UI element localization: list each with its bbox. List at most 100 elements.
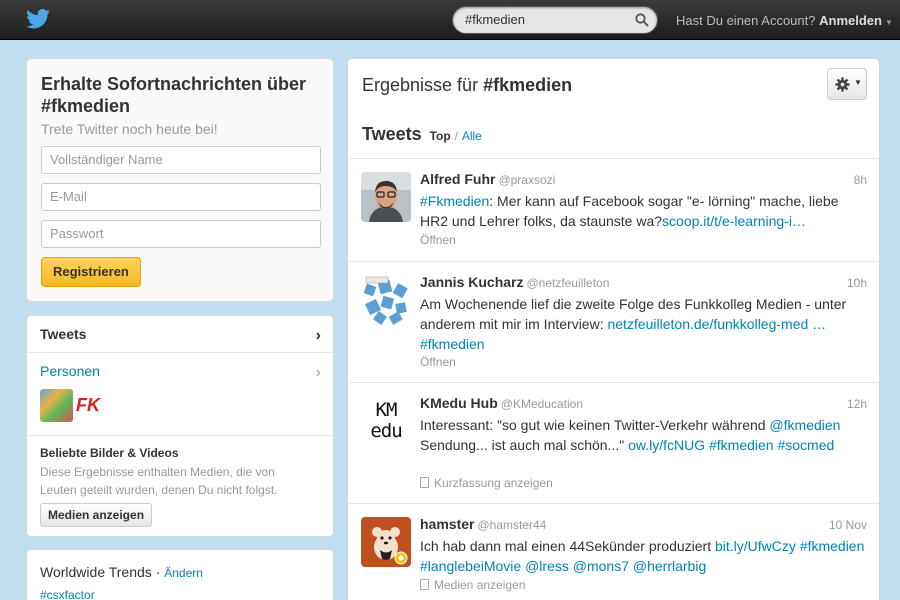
tweet-timestamp[interactable]: 10h (847, 276, 867, 290)
tweet-text-segment: Ich hab dann mal einen 44Sekünder produz… (420, 538, 715, 554)
avatar[interactable] (361, 172, 411, 222)
tweet-item[interactable]: KM edu KMedu Hub @KMeducation 12h Interes… (348, 383, 879, 504)
top-bar: #fkmedien Hast Du einen Account? Anmelde… (0, 0, 900, 40)
tweet-author[interactable]: Jannis Kucharz @netzfeuilleton (420, 274, 609, 290)
twitter-bird-icon[interactable] (26, 8, 50, 30)
tweet-timestamp[interactable]: 8h (854, 173, 867, 187)
show-summary-label[interactable]: Kurzfassung anzeigen (434, 476, 553, 490)
nav-item-tweets[interactable]: Tweets › (27, 316, 333, 353)
search-input[interactable]: #fkmedien (452, 6, 658, 34)
tweet-item[interactable]: hamster @hamster44 10 Nov Ich hab dann ma… (348, 504, 879, 600)
document-icon (420, 579, 429, 590)
register-button[interactable]: Registrieren (41, 257, 141, 287)
tweet-link[interactable]: #Fkmedien (420, 193, 489, 209)
tweet-link[interactable]: @mons7 (573, 558, 629, 574)
open-tweet-link[interactable]: Öffnen (420, 233, 456, 247)
password-field[interactable]: Passwort (41, 220, 321, 248)
tweet-link[interactable]: netzfeuilleton.de/funkkolleg-med … (607, 316, 826, 332)
tweet-item[interactable]: Jannis Kucharz @netzfeuilleton 10h Am Woc… (348, 262, 879, 383)
tweet-text-segment: Sendung... ist auch mal schön..." (420, 437, 629, 453)
tweet-link[interactable]: #fkmedien (709, 437, 774, 453)
tab-all[interactable]: Alle (462, 129, 482, 143)
tab-separator: / (454, 129, 458, 143)
people-thumbnail-fk[interactable]: FK (76, 393, 109, 417)
tweet-link[interactable]: @herrlarbig (633, 558, 706, 574)
signup-title: Erhalte Sofortnachrichten über #fkmedien (41, 74, 307, 116)
avatar-text: KM edu (370, 399, 402, 442)
tweet-link[interactable]: #fkmedien (420, 336, 485, 352)
results-panel: Ergebnisse für #fkmedien ▼ Tweets Top / … (347, 58, 880, 600)
tweet-text: #Fkmedien: Mer kann auf Facebook sogar "… (420, 191, 868, 231)
email-field[interactable]: E-Mail (41, 183, 321, 211)
login-link[interactable]: Anmelden (819, 13, 882, 28)
results-query: #fkmedien (483, 75, 573, 95)
trends-panel: Worldwide Trends · Ändern #csxfactor (26, 549, 334, 600)
chevron-down-icon[interactable]: ▼ (885, 18, 893, 27)
tweet-author-name[interactable]: KMedu Hub (420, 395, 498, 411)
nav-people-label[interactable]: Personen (40, 363, 100, 379)
media-description: Diese Ergebnisse enthalten Medien, die v… (40, 465, 278, 497)
tweet-text-segment: Interessant: "so gut wie keinen Twitter-… (420, 417, 770, 433)
media-title: Beliebte Bilder & Videos (40, 446, 179, 460)
open-tweet-link[interactable]: Öffnen (420, 355, 456, 369)
results-title: Ergebnisse für #fkmedien (362, 75, 572, 96)
search-icon[interactable] (635, 13, 649, 27)
tweet-handle[interactable]: @netzfeuilleton (526, 276, 609, 290)
document-icon (420, 477, 429, 488)
tweet-link[interactable]: @lress (525, 558, 569, 574)
show-media-link[interactable]: Medien anzeigen (420, 578, 525, 592)
tweet-link[interactable]: #socmed (777, 437, 834, 453)
tweet-author[interactable]: hamster @hamster44 (420, 516, 546, 532)
tweet-timestamp[interactable]: 12h (847, 397, 867, 411)
tweets-heading: Tweets (362, 124, 422, 144)
tweet-author[interactable]: Alfred Fuhr @praxsozi (420, 171, 555, 187)
tweet-link[interactable]: ow.ly/fcNUG (628, 437, 705, 453)
trends-change-link[interactable]: Ändern (164, 566, 203, 580)
tweet-timestamp[interactable]: 10 Nov (829, 518, 867, 532)
tweet-text: Ich hab dann mal einen 44Sekünder produz… (420, 536, 868, 576)
people-thumbnail[interactable] (40, 389, 73, 422)
tweet-author-name[interactable]: Jannis Kucharz (420, 274, 523, 290)
chevron-down-icon: ▼ (854, 78, 862, 87)
show-summary-link[interactable]: Kurzfassung anzeigen (420, 476, 553, 490)
settings-button[interactable]: ▼ (827, 68, 867, 100)
tweet-link[interactable]: scoop.it/t/e-learning-i… (662, 213, 806, 229)
results-header: Ergebnisse für #fkmedien ▼ Tweets Top / … (348, 59, 879, 159)
search-nav-panel: Tweets › Personen › FK Beliebte Bilder &… (26, 315, 334, 537)
nav-tweets-label: Tweets (40, 326, 87, 342)
nav-media-section: Beliebte Bilder & Videos Diese Ergebniss… (27, 436, 333, 536)
tweet-text: Am Wochenende lief die zweite Folge des … (420, 294, 868, 354)
tweet-link[interactable]: bit.ly/UfwCzy (715, 538, 796, 554)
tweet-link[interactable]: @fkmedien (769, 417, 840, 433)
signup-subtitle: Trete Twitter noch heute bei! (41, 121, 218, 137)
tweet-handle[interactable]: @praxsozi (498, 173, 555, 187)
tab-top[interactable]: Top (430, 129, 451, 143)
tweet-author-name[interactable]: Alfred Fuhr (420, 171, 495, 187)
results-tabs: Tweets Top / Alle (362, 124, 482, 145)
show-media-label[interactable]: Medien anzeigen (434, 578, 525, 592)
tweet-link[interactable]: #fkmedien (800, 538, 865, 554)
tweet-handle[interactable]: @hamster44 (477, 518, 546, 532)
full-name-field[interactable]: Vollständiger Name (41, 146, 321, 174)
nav-item-people[interactable]: Personen › FK (27, 353, 333, 436)
trend-item[interactable]: #csxfactor (40, 588, 320, 600)
avatar[interactable]: KM edu (361, 396, 411, 446)
account-prompt: Hast Du einen Account? Anmelden ▼ (676, 13, 893, 28)
show-media-button[interactable]: Medien anzeigen (40, 503, 153, 527)
trends-separator: · (155, 564, 161, 580)
trends-title: Worldwide Trends (40, 564, 152, 580)
tweet-author[interactable]: KMedu Hub @KMeducation (420, 395, 583, 411)
chevron-right-icon: › (315, 364, 321, 381)
tweet-link[interactable]: #langlebeiMovie (420, 558, 521, 574)
signup-panel: Erhalte Sofortnachrichten über #fkmedien… (26, 58, 334, 302)
chevron-right-icon: › (315, 327, 321, 344)
account-question: Hast Du einen Account? (676, 13, 816, 28)
tweet-author-name[interactable]: hamster (420, 516, 474, 532)
avatar[interactable] (361, 517, 411, 567)
avatar[interactable] (361, 275, 411, 325)
tweet-text: Interessant: "so gut wie keinen Twitter-… (420, 415, 868, 455)
gear-icon (835, 77, 850, 92)
tweet-handle[interactable]: @KMeducation (501, 397, 583, 411)
tweet-item[interactable]: Alfred Fuhr @praxsozi 8h #Fkmedien: Mer k… (348, 159, 879, 262)
results-prefix: Ergebnisse für (362, 75, 479, 95)
